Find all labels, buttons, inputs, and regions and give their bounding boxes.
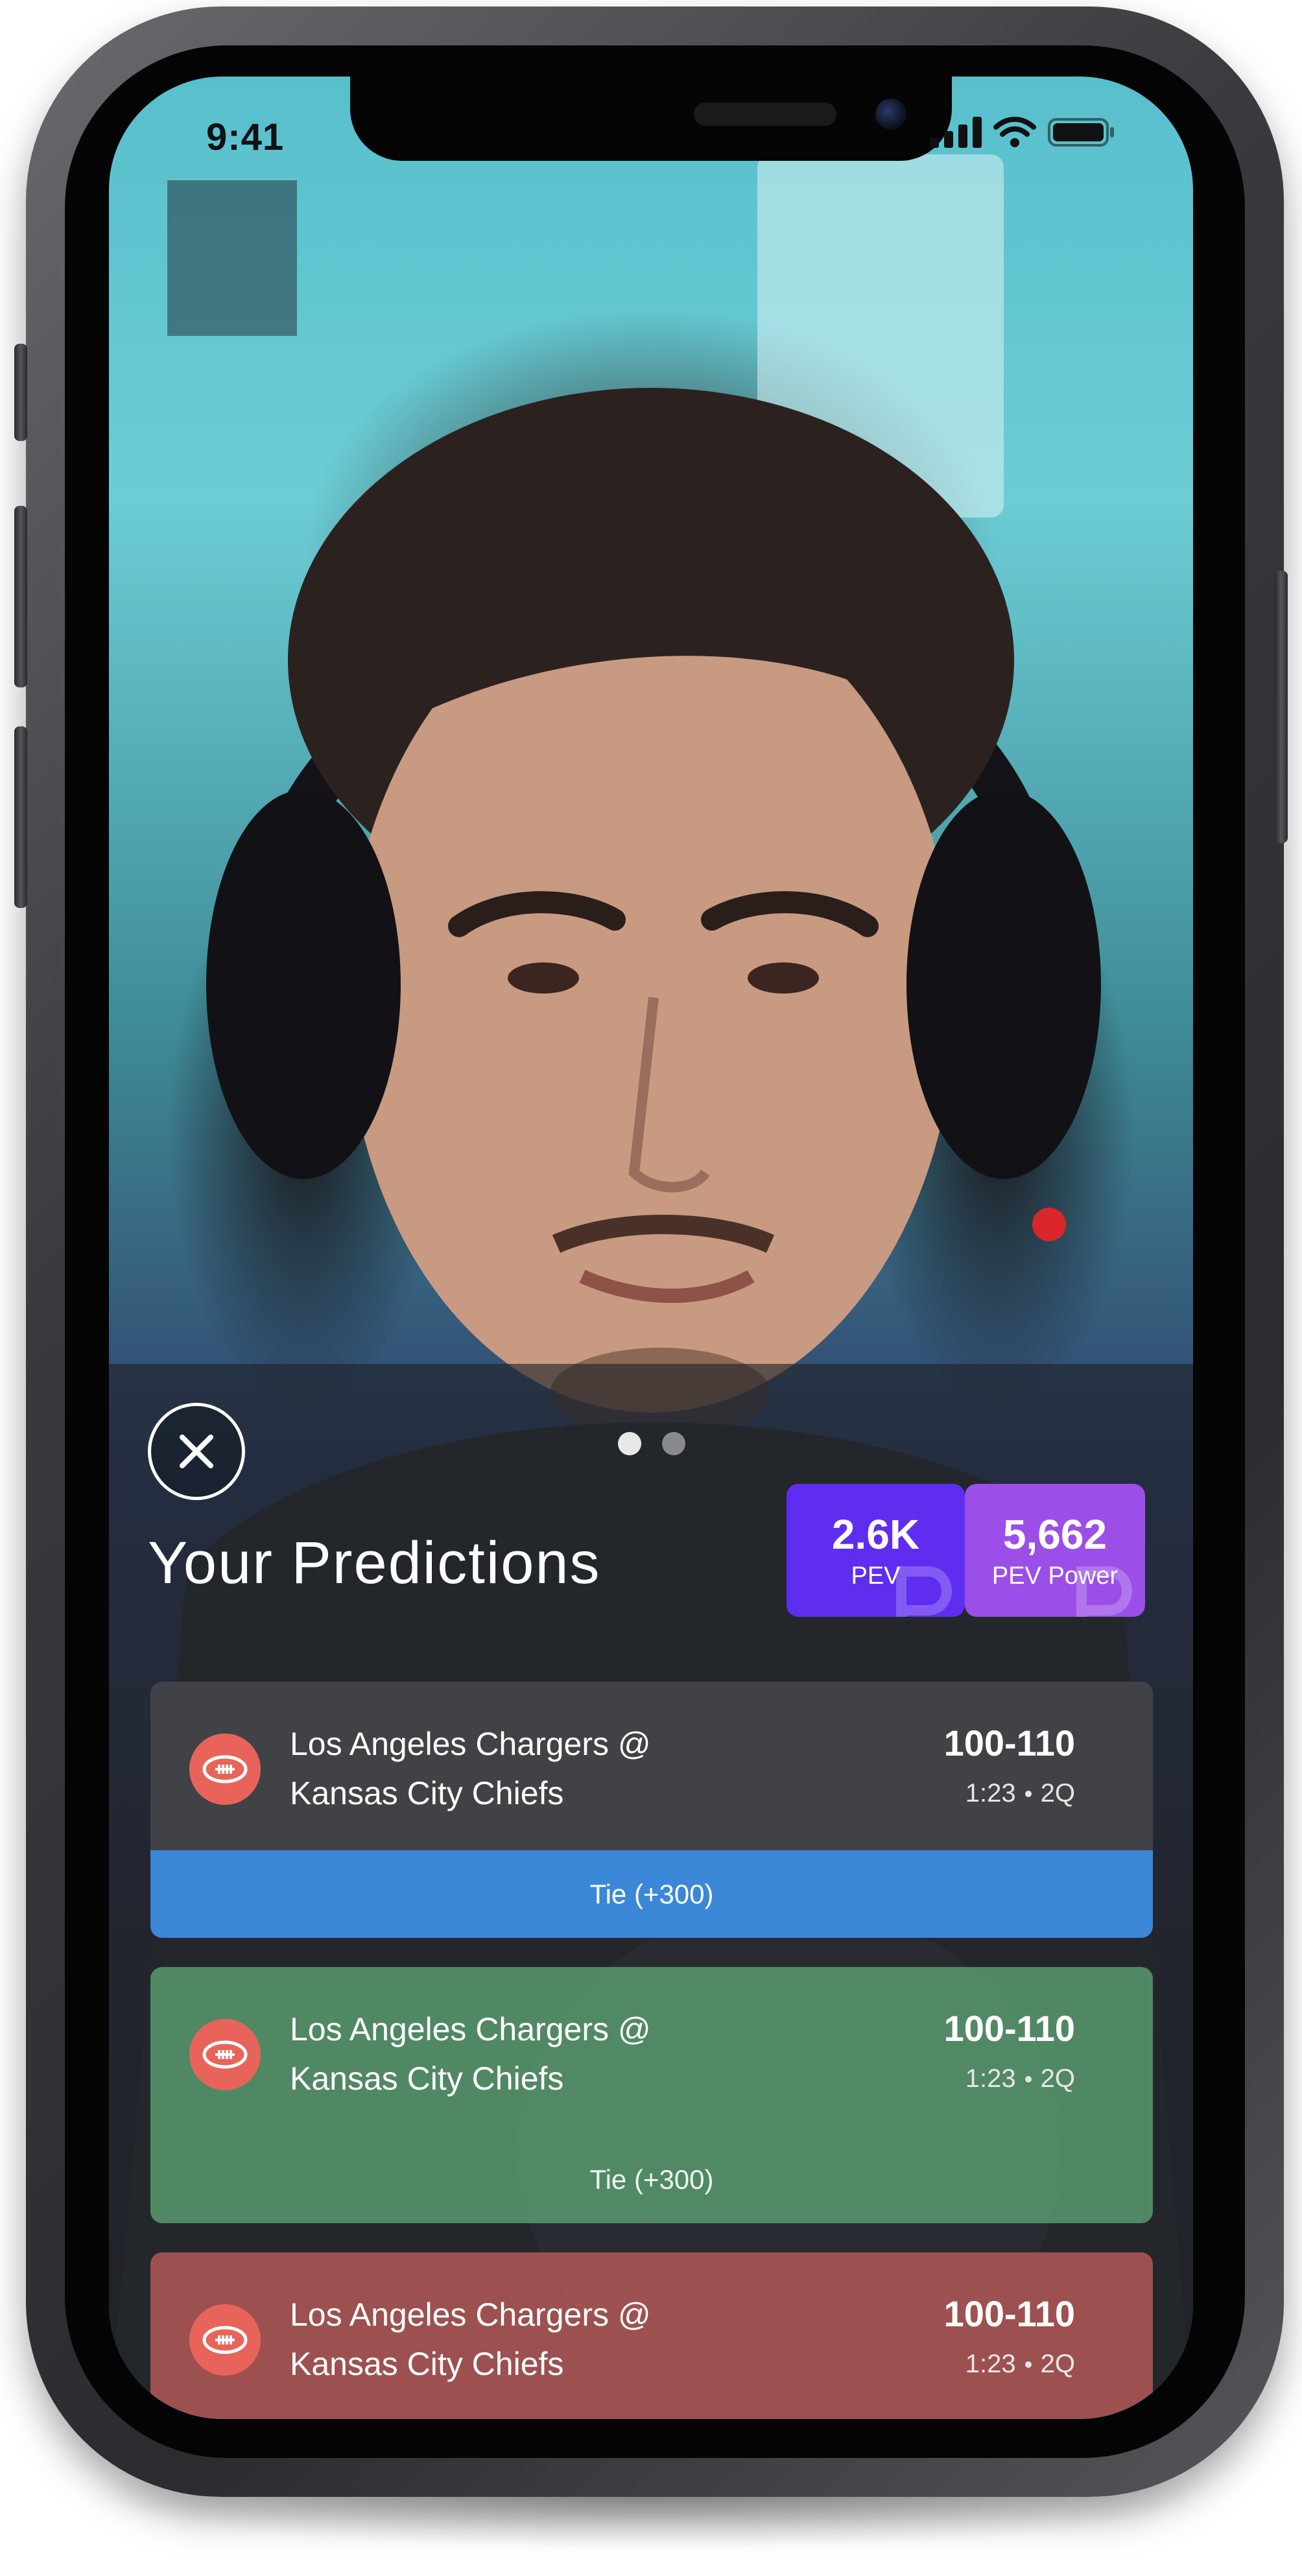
prediction-card-pending[interactable]: Los Angeles Chargers @ Kansas City Chief… [150,1682,1153,1938]
matchup: Los Angeles Chargers @ Kansas City Chief… [290,1719,651,1818]
game-period: 2Q [1040,2064,1075,2093]
game-time: 1:23 [965,2064,1016,2093]
game-clock: 1:23 2Q [965,2064,1075,2093]
battery-icon [1048,118,1114,147]
mute-switch [14,344,27,441]
front-camera [875,99,906,130]
pev-label: PEV [851,1562,901,1590]
brand-p-icon [896,1566,952,1617]
cellular-signal-icon [930,117,982,148]
game-score: 100-110 [943,1723,1075,1763]
game-score: 100-110 [943,2293,1075,2334]
close-button[interactable] [148,1403,245,1500]
matchup: Los Angeles Chargers @ Kansas City Chief… [290,2290,651,2389]
pev-power-value: 5,662 [1002,1511,1107,1558]
home-team: Kansas City Chiefs [290,2346,564,2382]
power-button [1275,571,1288,843]
football-icon [189,1734,261,1805]
away-team: Los Angeles Chargers @ [290,2296,651,2333]
status-time: 9:41 [206,116,285,158]
close-icon [180,1435,213,1468]
earpiece-speaker [694,102,836,126]
game-period: 2Q [1040,2350,1075,2378]
football-icon [189,2304,261,2376]
panel-title: Your Predictions [148,1530,601,1596]
pev-power-stat: 5,662 PEV Power [965,1484,1145,1617]
game-time: 1:23 [965,2350,1016,2378]
prediction-card-header: Los Angeles Chargers @ Kansas City Chief… [150,1967,1153,2136]
prediction-card-lost[interactable]: Los Angeles Chargers @ Kansas City Chief… [150,2252,1153,2419]
page-indicator[interactable] [618,1432,685,1455]
game-clock: 1:23 2Q [965,2350,1075,2379]
home-team: Kansas City Chiefs [290,1775,564,1811]
separator-dot [1024,1790,1032,1797]
home-team: Kansas City Chiefs [290,2060,564,2097]
prediction-pick[interactable]: Tie (+300) [150,1850,1153,1938]
notch [350,77,952,161]
matchup: Los Angeles Chargers @ Kansas City Chief… [290,2005,651,2103]
page-dot-active[interactable] [618,1432,641,1455]
prediction-card-header: Los Angeles Chargers @ Kansas City Chief… [150,2252,1153,2419]
football-icon [189,2019,261,2090]
separator-dot [1024,2361,1032,2368]
separator-dot [1024,2075,1032,2082]
prediction-pick[interactable]: Tie (+300) [150,2136,1153,2223]
prediction-card-header: Los Angeles Chargers @ Kansas City Chief… [150,1682,1153,1850]
pev-value: 2.6K [831,1511,920,1558]
page-dot[interactable] [662,1432,685,1455]
game-period: 2Q [1040,1779,1075,1807]
phone-screen: 9:41 Your Predictions 2.6K PEV 5,662 PEV… [109,77,1193,2419]
volume-down-button [14,726,27,908]
predictions-panel: Your Predictions 2.6K PEV 5,662 PEV Powe… [109,1364,1193,2419]
pev-stat: 2.6K PEV [787,1484,965,1617]
game-time: 1:23 [965,1779,1016,1807]
away-team: Los Angeles Chargers @ [290,1726,651,1762]
game-clock: 1:23 2Q [965,1779,1075,1808]
away-team: Los Angeles Chargers @ [290,2011,651,2047]
prediction-card-won[interactable]: Los Angeles Chargers @ Kansas City Chief… [150,1967,1153,2223]
volume-up-button [14,506,27,687]
status-icons [930,117,1115,148]
wifi-icon [993,117,1036,147]
pev-power-label: PEV Power [991,1562,1119,1590]
game-score: 100-110 [943,2008,1075,2049]
